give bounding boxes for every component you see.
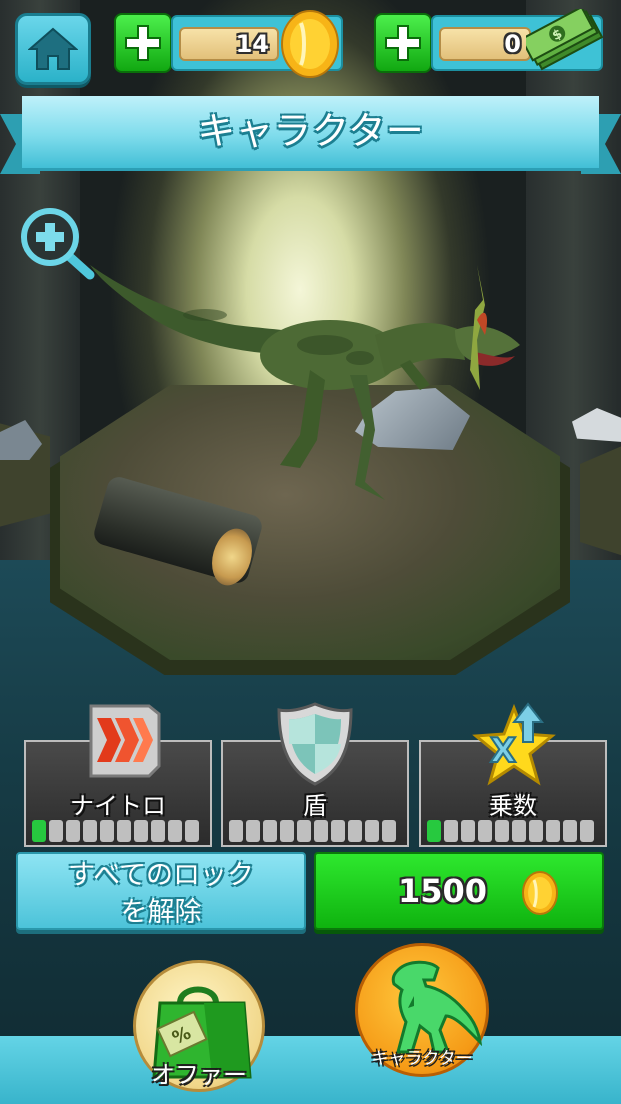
characters-button[interactable]: キャラクター [355,943,489,1077]
meter-segment [246,820,260,842]
coin-balance-bar: 14 [114,10,343,78]
bottom-nav-bar [0,1036,621,1104]
stat-label: ナイトロ [70,792,166,820]
meter-segment [365,820,379,842]
stat-card-shield[interactable]: 盾 [221,702,409,847]
cash-balance-bar: 0 $ [374,9,604,73]
gold-coin-icon [281,10,339,78]
unlock-all-label-line1: すべてのロック [67,860,255,891]
meter-segment [185,820,199,842]
nitro-icon [89,704,161,778]
offers-label: オファー [151,1061,247,1089]
purchase-price: 1500 [398,872,488,910]
meter-segment [348,820,362,842]
home-icon [28,27,78,70]
gold-coin-icon [522,871,558,915]
meter-segment [512,820,526,842]
meter-segment [427,820,441,842]
meter-segment [546,820,560,842]
meter-segment [32,820,46,842]
meter-segment [314,820,328,842]
unlock-all-label-line2: を解除 [120,897,202,928]
meter-segment [297,820,311,842]
purchase-button[interactable]: 1500 [314,852,604,930]
characters-label: キャラクター [371,1049,473,1069]
svg-text:X: X [490,731,516,771]
meter-segment [331,820,345,842]
meter-segment [263,820,277,842]
buy-coins-button[interactable] [114,13,172,73]
meter-segment [495,820,509,842]
zoom-button[interactable] [18,205,98,280]
meter-segment [83,820,97,842]
upgrade-meter [32,820,199,842]
stat-card-multiplier[interactable]: X 乗数 [419,702,607,847]
meter-segment [444,820,458,842]
stat-card-nitro[interactable]: ナイトロ [24,704,212,847]
meter-segment [117,820,131,842]
meter-segment [461,820,475,842]
multiplier-icon: X [472,702,556,786]
cash-count: 0 [439,27,531,61]
meter-segment [280,820,294,842]
meter-segment [49,820,63,842]
stat-label: 盾 [303,792,327,820]
offers-button[interactable]: % オファー [133,960,265,1092]
dinosaur-model[interactable] [85,260,530,510]
meter-segment [229,820,243,842]
page-title: キャラクター [197,109,424,153]
shield-icon [277,702,353,786]
meter-segment [134,820,148,842]
meter-segment [66,820,80,842]
meter-segment [151,820,165,842]
buy-cash-button[interactable] [374,13,432,73]
zoom-in-icon [21,208,95,280]
meter-segment [100,820,114,842]
cash-stack-icon: $ [526,9,604,71]
upgrade-meter [229,820,396,842]
unlock-all-button[interactable]: すべてのロック を解除 [16,852,306,930]
title-banner: キャラクター [0,96,621,178]
meter-segment [382,820,396,842]
home-button[interactable] [15,13,91,85]
meter-segment [168,820,182,842]
meter-segment [478,820,492,842]
meter-segment [529,820,543,842]
meter-segment [580,820,594,842]
t-rex-icon [391,960,482,1054]
plus-icon [125,25,161,61]
coin-count: 14 [179,27,279,61]
upgrade-meter [427,820,594,842]
meter-segment [563,820,577,842]
plus-icon [385,25,421,61]
stat-label: 乗数 [489,792,537,820]
